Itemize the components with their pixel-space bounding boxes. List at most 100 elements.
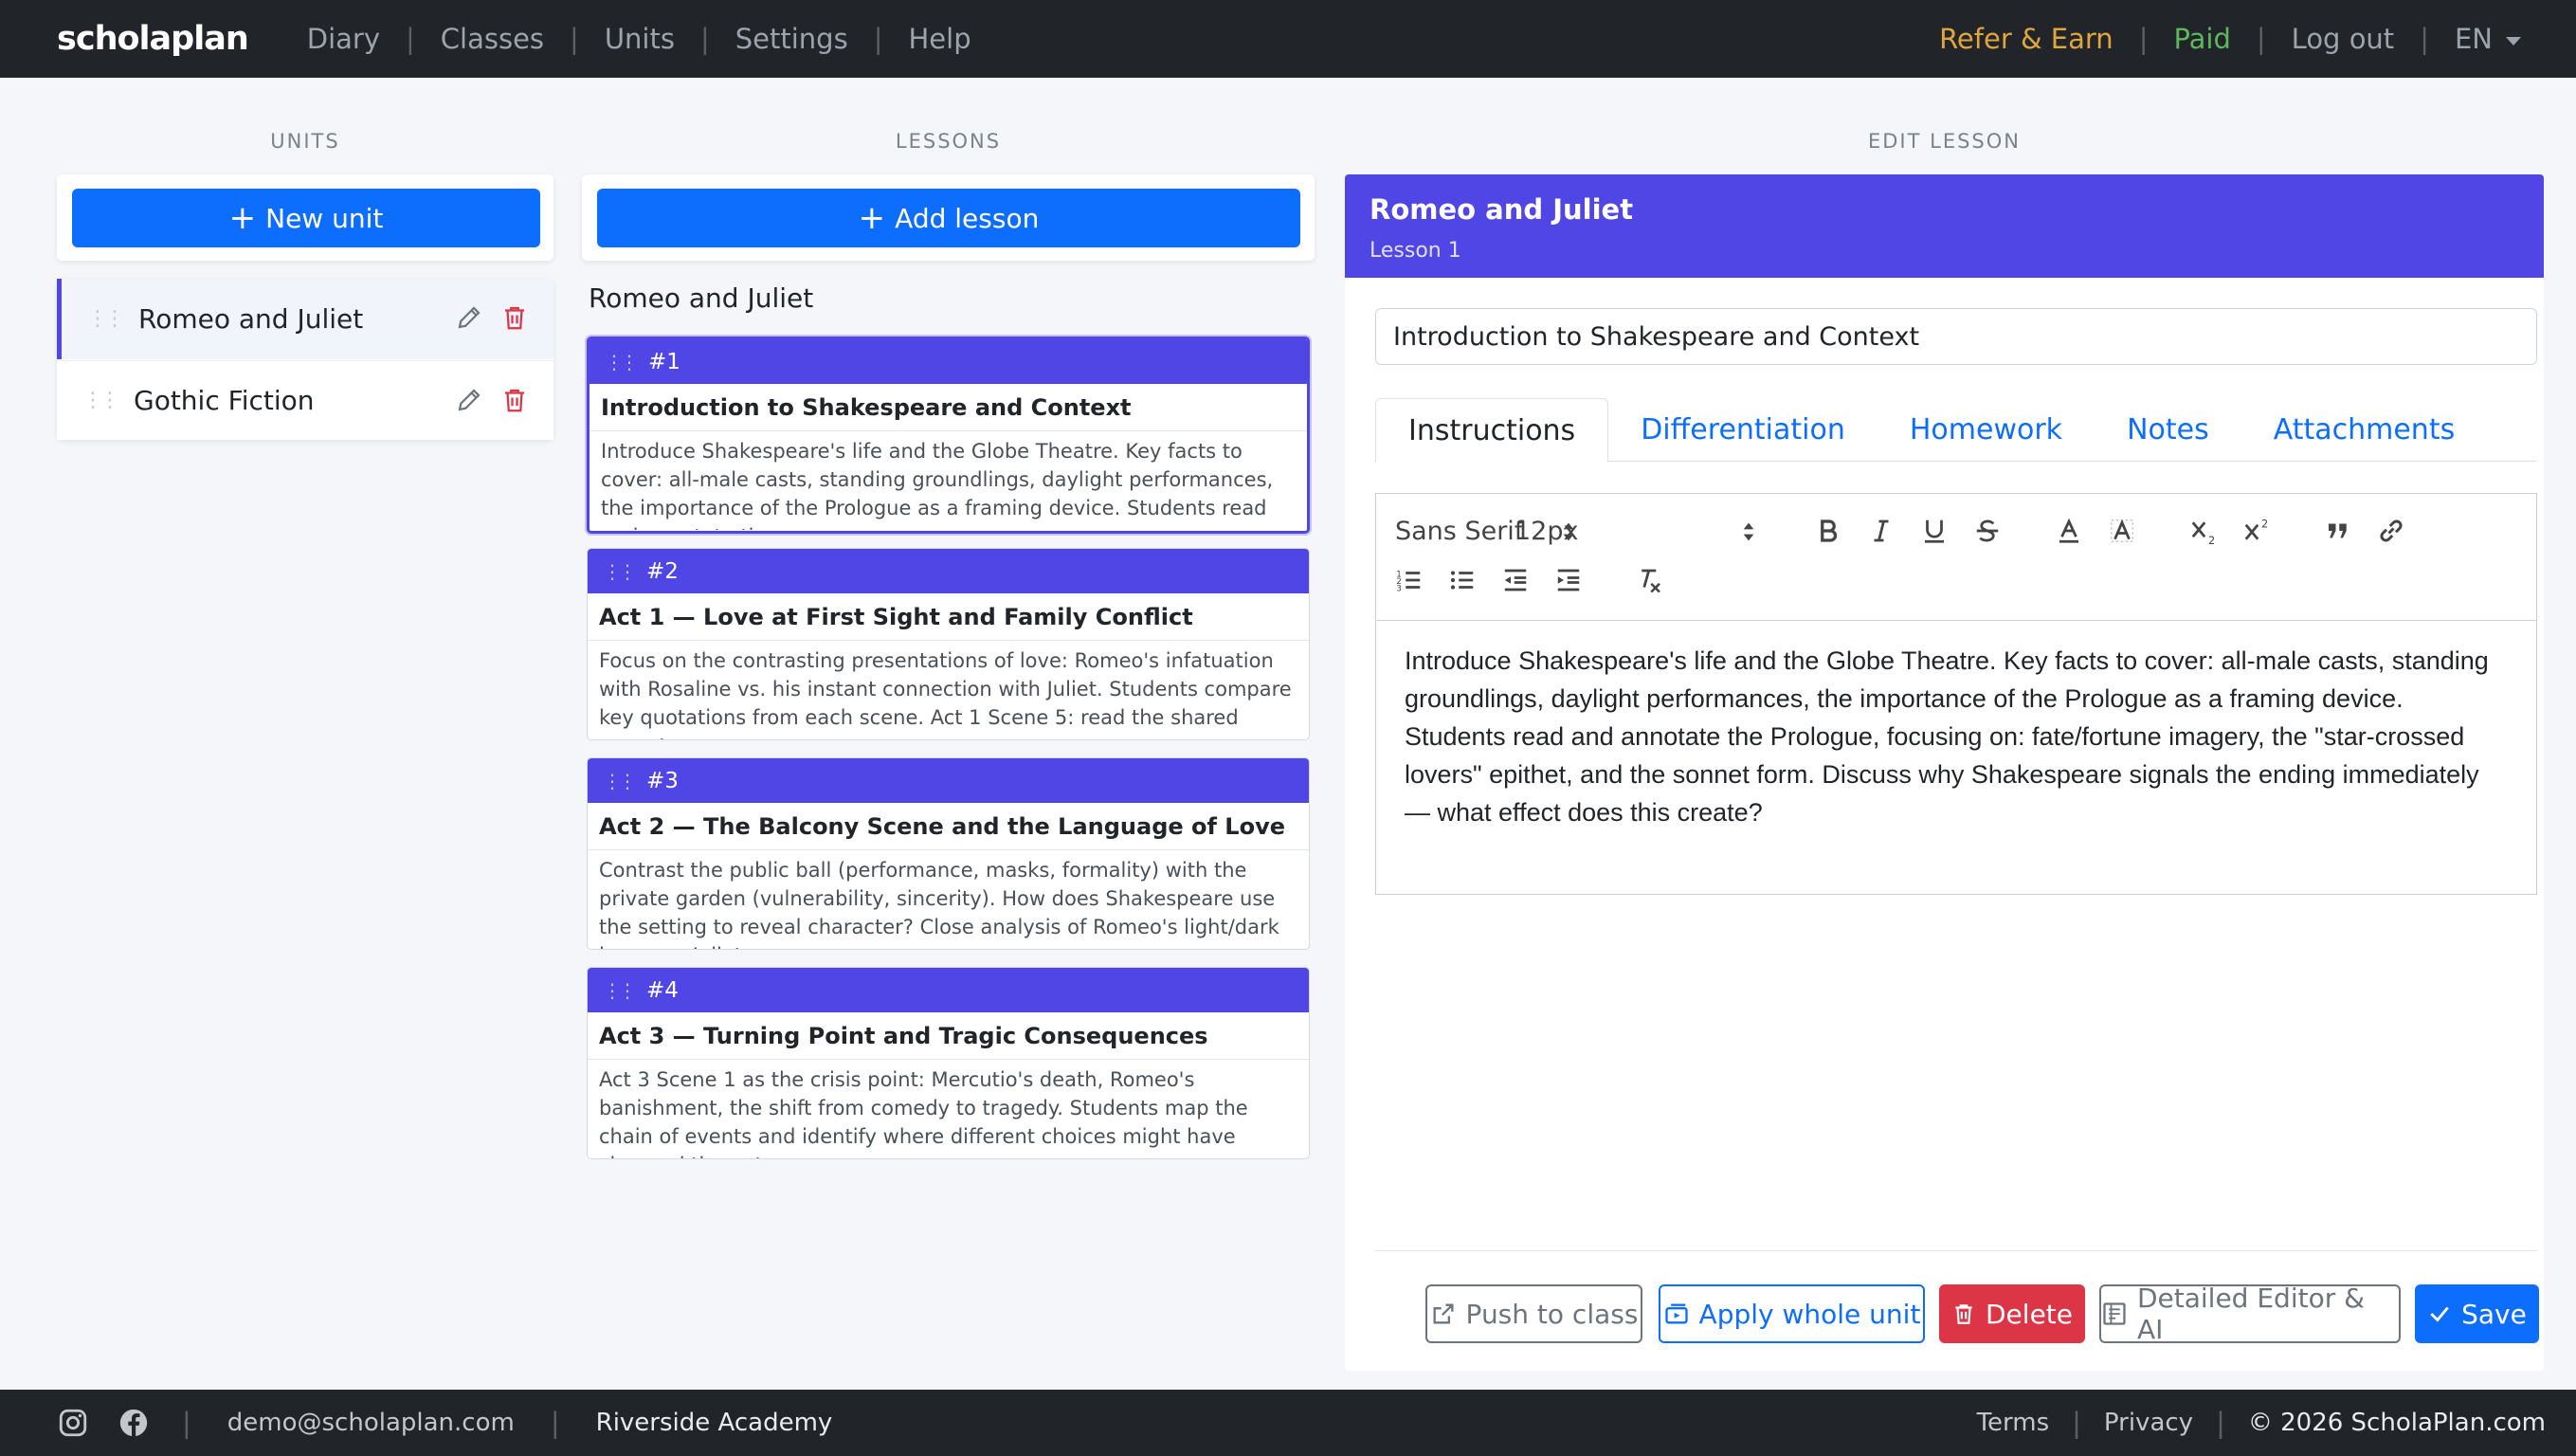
refer-earn-link[interactable]: Refer & Earn <box>1914 23 2139 55</box>
footer-right: Terms | Privacy | © 2026 ScholaPlan.com <box>1977 1390 2546 1456</box>
editor-content[interactable]: Introduce Shakespeare's life and the Glo… <box>1376 621 2536 852</box>
top-navbar: scholaplan Diary | Classes | Units | Set… <box>0 0 2576 78</box>
footer-privacy-link[interactable]: Privacy <box>2104 1409 2193 1437</box>
new-unit-button[interactable]: + New unit <box>72 189 540 247</box>
delete-label: Delete <box>1986 1298 2073 1330</box>
save-button[interactable]: Save <box>2415 1284 2539 1343</box>
lessons-unit-title: Romeo and Juliet <box>589 282 814 314</box>
text-color-icon[interactable] <box>2055 517 2083 545</box>
italic-icon[interactable] <box>1867 517 1896 545</box>
strikethrough-icon[interactable] <box>1973 517 2002 545</box>
lesson-card-2[interactable]: ⋮⋮ #2 Act 1 — Love at First Sight and Fam… <box>587 548 1310 740</box>
footer: | demo@scholaplan.com | Riverside Academ… <box>0 1390 2576 1456</box>
indent-icon[interactable] <box>1554 566 1583 594</box>
trash-icon[interactable] <box>500 386 529 414</box>
font-family-select[interactable]: Sans Serif <box>1395 517 1523 546</box>
underline-icon[interactable] <box>1920 517 1949 545</box>
unit-item-romeo-and-juliet[interactable]: ⋮⋮ Romeo and Juliet <box>57 279 553 359</box>
nav-link-diary[interactable]: Diary <box>281 23 406 55</box>
nav-right: Refer & Earn | Paid | Log out | EN <box>1914 0 2521 78</box>
lesson-title-input[interactable] <box>1375 308 2537 365</box>
highlight-color-icon[interactable] <box>2108 517 2136 545</box>
footer-copyright: © 2026 ScholaPlan.com <box>2247 1409 2546 1437</box>
rich-text-editor: Sans Serif 12px 2 2 123 Introduce Shakes… <box>1375 493 2537 895</box>
clear-formatting-icon[interactable] <box>1636 566 1664 594</box>
lesson-number: #4 <box>646 977 679 1003</box>
drag-handle-icon[interactable]: ⋮⋮ <box>82 389 120 412</box>
lesson-card-3[interactable]: ⋮⋮ #3 Act 2 — The Balcony Scene and the L… <box>587 757 1310 950</box>
drag-handle-icon[interactable]: ⋮⋮ <box>605 351 639 373</box>
tab-differentiation[interactable]: Differentiation <box>1608 398 1878 462</box>
drag-handle-icon[interactable]: ⋮⋮ <box>603 770 637 792</box>
delete-button[interactable]: Delete <box>1939 1284 2085 1343</box>
instagram-icon[interactable] <box>57 1407 89 1439</box>
nav-separator: | <box>2256 23 2266 55</box>
lesson-card-header: ⋮⋮ #3 <box>588 758 1309 803</box>
edit-lesson-panel: Romeo and Juliet Lesson 1 Instructions D… <box>1345 174 2544 1371</box>
facebook-icon[interactable] <box>118 1407 150 1439</box>
link-icon[interactable] <box>2377 517 2405 545</box>
editor-paragraph: Introduce Shakespeare's life and the Glo… <box>1405 646 2489 713</box>
nav-link-units[interactable]: Units <box>579 23 700 55</box>
footer-terms-link[interactable]: Terms <box>1977 1409 2050 1437</box>
lesson-number: #3 <box>646 768 679 793</box>
add-lesson-button[interactable]: + Add lesson <box>597 189 1300 247</box>
actions-divider <box>1375 1250 2537 1251</box>
pencil-icon[interactable] <box>455 386 483 414</box>
apply-whole-unit-label: Apply whole unit <box>1698 1298 1921 1330</box>
footer-separator: | <box>182 1407 191 1439</box>
drag-handle-icon[interactable]: ⋮⋮ <box>603 979 637 1002</box>
ordered-list-icon[interactable]: 123 <box>1395 566 1424 594</box>
lesson-number: #2 <box>646 558 679 584</box>
nav-separator: | <box>2138 23 2149 55</box>
lesson-card-4[interactable]: ⋮⋮ #4 Act 3 — Turning Point and Tragic Co… <box>587 967 1310 1159</box>
nav-link-settings[interactable]: Settings <box>710 23 874 55</box>
language-dropdown[interactable]: EN <box>2429 23 2521 55</box>
lesson-card-header: ⋮⋮ #1 <box>590 339 1307 384</box>
brand-logo[interactable]: scholaplan <box>57 20 249 58</box>
bold-icon[interactable] <box>1814 517 1842 545</box>
check-icon <box>2430 1306 2449 1322</box>
copy-icon <box>1664 1303 1688 1324</box>
lesson-description: Act 3 Scene 1 as the crisis point: Mercu… <box>599 1068 1248 1158</box>
nav-separator: | <box>2420 23 2429 55</box>
logout-link[interactable]: Log out <box>2266 23 2421 55</box>
add-lesson-label: Add lesson <box>895 202 1040 234</box>
font-size-select[interactable]: 12px <box>1515 517 1578 546</box>
outdent-icon[interactable] <box>1501 566 1530 594</box>
lesson-title: Act 2 — The Balcony Scene and the Langua… <box>588 803 1309 850</box>
blockquote-icon[interactable] <box>2324 517 2352 545</box>
chevron-down-icon <box>2506 36 2521 46</box>
subscript-icon[interactable]: 2 <box>2189 517 2218 545</box>
lesson-description: Contrast the public ball (performance, m… <box>599 859 1279 949</box>
superscript-icon[interactable]: 2 <box>2242 517 2271 545</box>
editor-toolbar: Sans Serif 12px 2 2 123 <box>1376 494 2536 621</box>
push-to-class-button[interactable]: Push to class <box>1425 1284 1642 1343</box>
footer-separator: | <box>550 1407 560 1439</box>
svg-text:2: 2 <box>2261 518 2268 530</box>
trash-icon[interactable] <box>500 303 529 332</box>
nav-separator: | <box>570 23 579 55</box>
lesson-card-header: ⋮⋮ #2 <box>588 549 1309 593</box>
unit-item-gothic-fiction[interactable]: ⋮⋮ Gothic Fiction <box>57 360 553 440</box>
detailed-editor-button[interactable]: Detailed Editor & AI <box>2099 1283 2401 1345</box>
tab-instructions[interactable]: Instructions <box>1375 398 1609 463</box>
tab-notes[interactable]: Notes <box>2095 398 2241 462</box>
nav-link-classes[interactable]: Classes <box>415 23 570 55</box>
document-icon <box>2103 1302 2126 1325</box>
apply-whole-unit-button[interactable]: Apply whole unit <box>1659 1284 1925 1343</box>
lesson-card-1[interactable]: ⋮⋮ #1 Introduction to Shakespeare and Con… <box>587 337 1310 534</box>
paid-status-link[interactable]: Paid <box>2148 23 2256 55</box>
pencil-icon[interactable] <box>455 303 483 332</box>
nav-link-help[interactable]: Help <box>882 23 996 55</box>
lesson-title: Act 1 — Love at First Sight and Family C… <box>588 593 1309 641</box>
drag-handle-icon[interactable]: ⋮⋮ <box>87 307 125 331</box>
tab-homework[interactable]: Homework <box>1878 398 2095 462</box>
editor-paragraph: Students read and annotate the Prologue,… <box>1405 722 2479 827</box>
nav-separator: | <box>873 23 883 55</box>
tab-attachments[interactable]: Attachments <box>2241 398 2488 462</box>
units-heading: UNITS <box>270 130 340 153</box>
drag-handle-icon[interactable]: ⋮⋮ <box>603 560 637 583</box>
footer-email[interactable]: demo@scholaplan.com <box>227 1409 515 1437</box>
bullet-list-icon[interactable] <box>1448 566 1477 594</box>
